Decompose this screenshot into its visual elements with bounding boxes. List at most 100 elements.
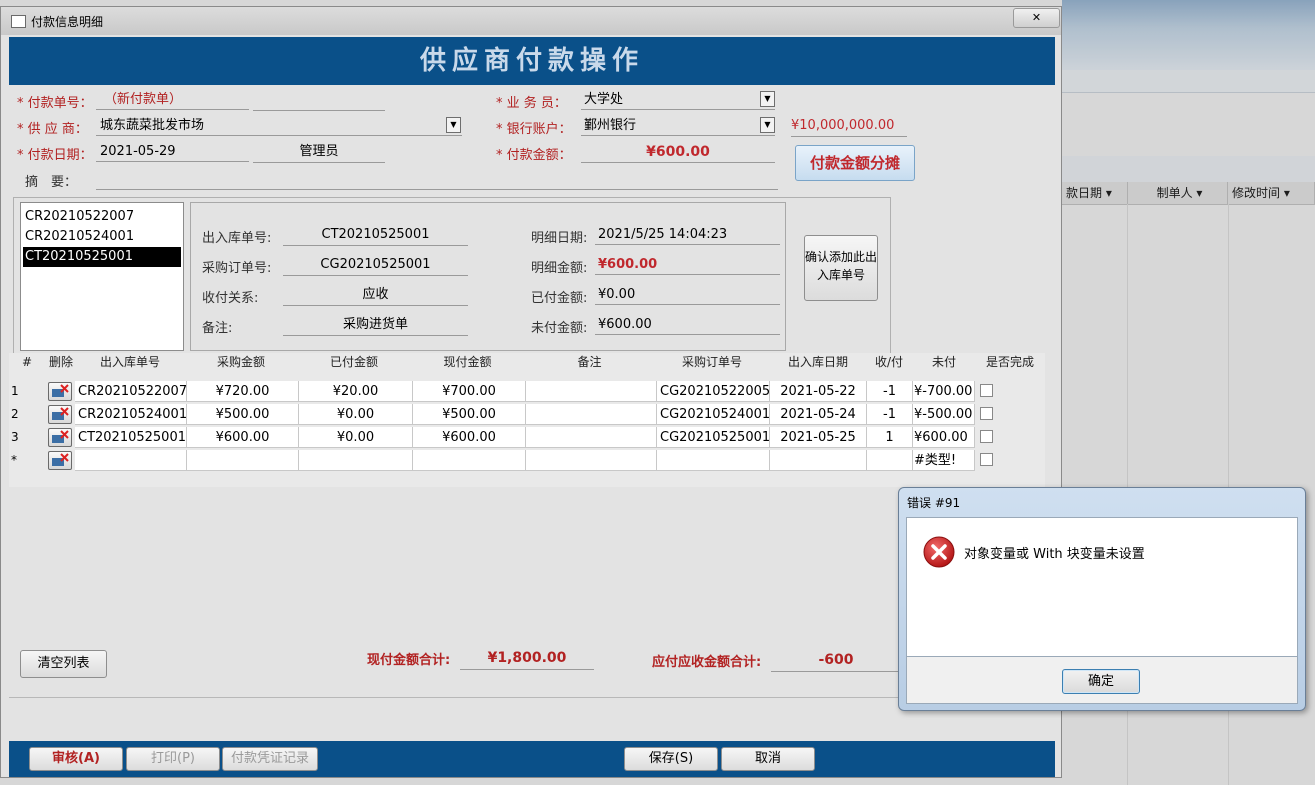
detail-po-no-label: 采购订单号:	[202, 261, 272, 276]
close-button[interactable]: ✕	[1013, 8, 1060, 28]
summary-label: 摘 要：	[25, 175, 78, 190]
cell-purchase-amount[interactable]: ¥500.00	[187, 404, 299, 425]
salesperson-dropdown-button[interactable]: ▼	[760, 91, 775, 107]
banner: 供应商付款操作	[9, 37, 1055, 85]
cell-unpaid[interactable]: #类型!	[913, 450, 975, 471]
cell-unpaid[interactable]: ¥-500.00	[913, 404, 975, 425]
salesperson-select[interactable]: 大学处	[581, 90, 775, 110]
cell-stock-no[interactable]: CT20210525001	[75, 427, 187, 448]
delete-icon	[52, 453, 69, 466]
list-item[interactable]: CR20210522007	[23, 207, 181, 227]
delete-row-button[interactable]	[48, 382, 72, 401]
cell-direction[interactable]: -1	[867, 381, 913, 402]
cancel-button[interactable]: 取消	[721, 747, 815, 771]
cell-purchase-amount[interactable]	[187, 450, 299, 471]
amount-split-button[interactable]: 付款金额分摊	[795, 145, 915, 181]
payment-voucher-button[interactable]: 付款凭证记录	[222, 747, 318, 771]
cell-purchase-amount[interactable]: ¥720.00	[187, 381, 299, 402]
delete-row-button[interactable]	[48, 405, 72, 424]
cell-remark[interactable]	[526, 427, 657, 448]
ok-button[interactable]: 确定	[1062, 669, 1140, 694]
cell-purchase-amount[interactable]: ¥600.00	[187, 427, 299, 448]
cell-po-no[interactable]: CG20210522005	[657, 381, 770, 402]
row-number: 1	[11, 384, 19, 398]
cell-date[interactable]: 2021-05-25	[770, 427, 867, 448]
payment-no-extra-field[interactable]	[253, 90, 385, 111]
detail-stock-no-label: 出入库单号:	[202, 231, 272, 246]
table-header: #	[9, 353, 45, 371]
table-row[interactable]: 1 CR20210522007 ¥720.00 ¥20.00 ¥700.00 C…	[9, 381, 1045, 403]
summary-field[interactable]	[96, 169, 778, 190]
detail-paid-value: ¥0.00	[595, 285, 780, 305]
cell-paid-amount[interactable]: ¥0.00	[299, 427, 413, 448]
completed-checkbox[interactable]	[980, 407, 993, 420]
cell-current-amount[interactable]: ¥700.00	[413, 381, 526, 402]
audit-button[interactable]: 审核(A)	[29, 747, 123, 771]
save-button[interactable]: 保存(S)	[624, 747, 718, 771]
table-new-row[interactable]: * #类型!	[9, 450, 1045, 472]
table-header: 未付	[913, 353, 975, 371]
list-item-selected[interactable]: CT20210525001	[23, 247, 181, 267]
cell-unpaid[interactable]: ¥600.00	[913, 427, 975, 448]
payment-amount-field[interactable]: ¥600.00	[581, 142, 775, 163]
bank-account-select[interactable]: 鄞州银行	[581, 116, 775, 136]
row-number: 2	[11, 407, 19, 421]
completed-checkbox[interactable]	[980, 430, 993, 443]
completed-checkbox[interactable]	[980, 384, 993, 397]
cell-paid-amount[interactable]: ¥20.00	[299, 381, 413, 402]
clear-list-button[interactable]: 清空列表	[20, 650, 107, 678]
completed-checkbox[interactable]	[980, 453, 993, 466]
supplier-dropdown-button[interactable]: ▼	[446, 117, 461, 133]
salesperson-label: * 业 务 员：	[496, 96, 567, 111]
detail-relation-label: 收付关系:	[202, 291, 259, 306]
payment-date-field[interactable]: 2021-05-29	[96, 142, 249, 162]
cell-remark[interactable]	[526, 381, 657, 402]
cell-direction[interactable]	[867, 450, 913, 471]
table-row[interactable]: 3 CT20210525001 ¥600.00 ¥0.00 ¥600.00 CG…	[9, 427, 1045, 449]
form-icon	[11, 15, 26, 28]
cell-date[interactable]: 2021-05-24	[770, 404, 867, 425]
detail-paid-label: 已付金额:	[531, 291, 588, 306]
receivable-total-value: -600	[771, 649, 901, 672]
cell-date[interactable]: 2021-05-22	[770, 381, 867, 402]
cell-stock-no[interactable]: CR20210522007	[75, 381, 187, 402]
detail-remark-label: 备注:	[202, 321, 233, 336]
table-row[interactable]: 2 CR20210524001 ¥500.00 ¥0.00 ¥500.00 CG…	[9, 404, 1045, 426]
cell-direction[interactable]: -1	[867, 404, 913, 425]
error-dialog: 错误 #91 对象变量或 With 块变量未设置 确定	[898, 487, 1306, 711]
table-header: 采购金额	[185, 353, 297, 371]
detail-po-no-value: CG20210525001	[283, 255, 468, 276]
print-button[interactable]: 打印(P)	[126, 747, 220, 771]
cell-current-amount[interactable]	[413, 450, 526, 471]
cell-paid-amount[interactable]	[299, 450, 413, 471]
cell-paid-amount[interactable]: ¥0.00	[299, 404, 413, 425]
delete-row-button[interactable]	[48, 428, 72, 447]
bank-account-dropdown-button[interactable]: ▼	[760, 117, 775, 133]
table-header: 是否完成	[975, 353, 1045, 371]
cell-stock-no[interactable]	[75, 450, 187, 471]
cell-po-no[interactable]: CG20210524001	[657, 404, 770, 425]
dialog-footer: 确定	[906, 657, 1298, 704]
cell-remark[interactable]	[526, 450, 657, 471]
error-icon	[923, 536, 955, 568]
cell-current-amount[interactable]: ¥600.00	[413, 427, 526, 448]
cell-po-no[interactable]: CG20210525001	[657, 427, 770, 448]
supplier-label: * 供 应 商：	[17, 122, 88, 137]
supplier-select[interactable]: 城东蔬菜批发市场	[96, 116, 462, 136]
cell-remark[interactable]	[526, 404, 657, 425]
cell-po-no[interactable]	[657, 450, 770, 471]
list-item[interactable]: CR20210524001	[23, 227, 181, 247]
table-header: 收/付	[865, 353, 913, 371]
cell-current-amount[interactable]: ¥500.00	[413, 404, 526, 425]
payment-no-field[interactable]: （新付款单）	[96, 90, 249, 110]
stock-list[interactable]: CR20210522007 CR20210524001 CT2021052500…	[20, 202, 184, 351]
cell-date[interactable]	[770, 450, 867, 471]
dialog-title: 错误 #91	[907, 496, 961, 510]
confirm-add-stock-button[interactable]: 确认添加此出入库单号	[804, 235, 878, 301]
detail-remark-value: 采购进货单	[283, 315, 468, 336]
form-titlebar[interactable]	[1, 7, 1061, 35]
cell-direction[interactable]: 1	[867, 427, 913, 448]
cell-stock-no[interactable]: CR20210524001	[75, 404, 187, 425]
delete-row-button[interactable]	[48, 451, 72, 470]
cell-unpaid[interactable]: ¥-700.00	[913, 381, 975, 402]
